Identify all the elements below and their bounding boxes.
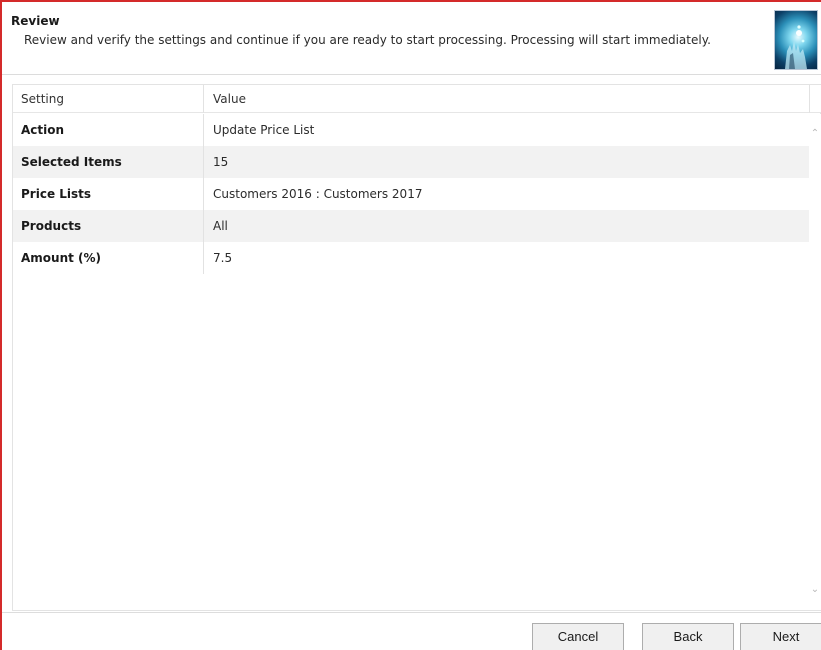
setting-cell: Selected Items <box>21 155 122 169</box>
cancel-button[interactable]: Cancel <box>532 623 624 650</box>
table-row[interactable]: Selected Items 15 <box>13 146 809 178</box>
back-button[interactable]: Back <box>642 623 734 650</box>
setting-cell: Price Lists <box>21 187 92 201</box>
grid-rows: Action Update Price List Selected Items … <box>13 114 809 274</box>
column-divider[interactable] <box>809 85 810 113</box>
column-header-setting[interactable]: Setting <box>21 85 64 113</box>
next-button[interactable]: Next <box>740 623 821 650</box>
cell-divider <box>203 210 204 242</box>
cell-divider <box>203 114 204 146</box>
chevron-down-icon[interactable]: ⌄ <box>809 584 821 596</box>
setting-cell: Products <box>21 219 82 233</box>
page-title: Review <box>11 14 60 28</box>
column-header-value[interactable]: Value <box>213 85 246 113</box>
value-cell: Customers 2016 : Customers 2017 <box>213 187 423 201</box>
cell-divider <box>203 242 204 274</box>
grid-header: Setting Value <box>13 85 821 113</box>
setting-cell: Action <box>21 123 65 137</box>
setting-cell: Amount (%) <box>21 251 102 265</box>
value-cell: 15 <box>213 155 229 169</box>
page-description: Review and verify the settings and conti… <box>24 33 711 47</box>
column-divider[interactable] <box>203 85 204 113</box>
cell-divider <box>203 146 204 178</box>
wizard-header: Review Review and verify the settings an… <box>2 2 821 75</box>
table-row[interactable]: Price Lists Customers 2016 : Customers 2… <box>13 178 809 210</box>
table-row[interactable]: Action Update Price List <box>13 114 809 146</box>
value-cell: Update Price List <box>213 123 315 137</box>
chevron-up-icon[interactable]: ⌃ <box>809 128 821 140</box>
vertical-scrollbar[interactable]: ⌃ ⌄ <box>809 114 821 610</box>
wizard-footer: Cancel Back Next <box>2 612 821 650</box>
wizard-banner-icon <box>774 10 818 70</box>
settings-grid: Setting Value Action Update Price List S… <box>12 84 821 611</box>
value-cell: All <box>213 219 228 233</box>
table-row[interactable]: Amount (%) 7.5 <box>13 242 809 274</box>
cell-divider <box>203 178 204 210</box>
value-cell: 7.5 <box>213 251 233 265</box>
table-row[interactable]: Products All <box>13 210 809 242</box>
